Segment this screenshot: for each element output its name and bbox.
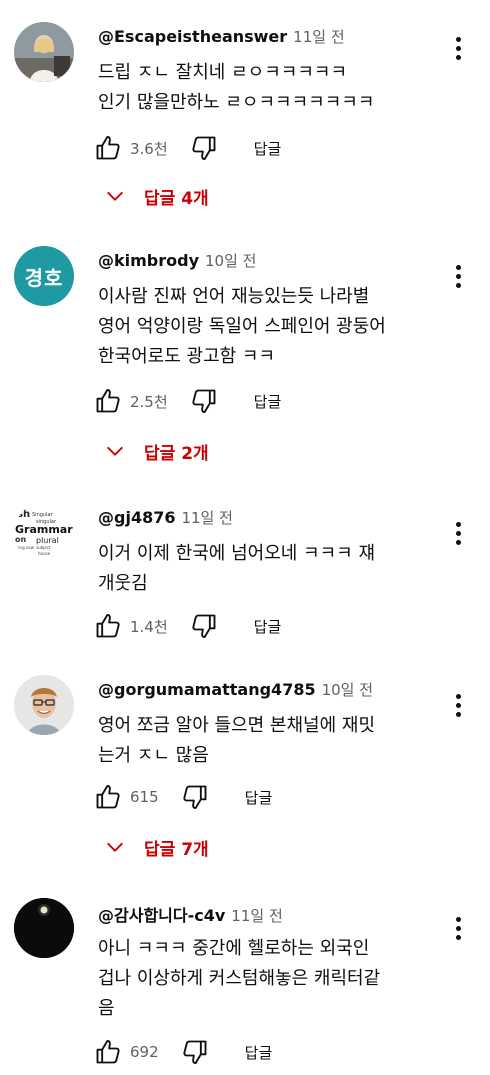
like-count: 2.5천 <box>130 392 168 411</box>
view-replies-button[interactable]: 답글 2개 <box>104 435 209 467</box>
svg-text:plural: plural <box>36 536 59 545</box>
moon-icon <box>14 898 74 958</box>
svg-text:subject: subject <box>36 545 51 550</box>
like-count: 615 <box>130 788 159 806</box>
comment-text: 영어 쪼금 알아 들으면 본채널에 재밋 는거 ㅈㄴ 많음 <box>98 715 376 766</box>
more-actions-button[interactable] <box>446 515 470 551</box>
comment-actions: 3.6천 답글 <box>94 130 281 166</box>
avatar[interactable]: 경호 <box>14 246 74 306</box>
thumbs-down-icon <box>181 1038 209 1066</box>
thumbs-up-icon <box>94 783 122 811</box>
comment-header: @gj4876 11일 전 <box>98 507 233 528</box>
avatar[interactable] <box>14 675 74 735</box>
person-photo-icon <box>14 22 74 82</box>
thumbs-down-icon <box>181 783 209 811</box>
comment-time[interactable]: 11일 전 <box>293 28 344 46</box>
replies-count-label: 답글 7개 <box>144 839 209 860</box>
thumbs-up-icon <box>94 134 122 162</box>
svg-text:Singular: Singular <box>32 512 54 518</box>
comment-header: @kimbrody 10일 전 <box>98 250 256 271</box>
more-actions-button[interactable] <box>446 687 470 723</box>
chevron-down-icon <box>104 440 126 462</box>
thumbs-down-icon <box>190 134 218 162</box>
replies-count-label: 답글 2개 <box>144 443 209 464</box>
view-replies-button[interactable]: 답글 4개 <box>104 180 209 212</box>
reply-button[interactable]: 답글 <box>245 1042 273 1063</box>
comment-header: @Escapeistheanswer 11일 전 <box>98 26 345 47</box>
like-count: 692 <box>130 1043 159 1061</box>
comment-author[interactable]: @감사합니다-c4v <box>98 906 225 925</box>
svg-text:on: on <box>15 535 26 544</box>
chevron-down-icon <box>104 836 126 858</box>
comment-author[interactable]: @kimbrody <box>98 251 199 270</box>
view-replies-button[interactable]: 답글 7개 <box>104 831 209 863</box>
thumbs-up-icon <box>94 387 122 415</box>
comment-author[interactable]: @gorgumamattang4785 <box>98 680 316 699</box>
more-actions-button[interactable] <box>446 258 470 294</box>
comment-text: 이사람 진짜 언어 재능있는듯 나라별 영어 억양이랑 독일어 스페인어 광둥어… <box>98 286 386 367</box>
dislike-button[interactable] <box>190 387 218 415</box>
svg-text:house: house <box>38 551 51 556</box>
comment-author[interactable]: @gj4876 <box>98 508 175 527</box>
dislike-button[interactable] <box>181 1038 209 1066</box>
reply-button[interactable]: 답글 <box>245 787 273 808</box>
comment-author[interactable]: @Escapeistheanswer <box>98 27 287 46</box>
avatar[interactable] <box>14 22 74 82</box>
like-button[interactable]: 615 <box>94 783 159 811</box>
comment-actions: 1.4천 답글 <box>94 608 281 644</box>
comment-header: @gorgumamattang4785 10일 전 <box>98 679 373 700</box>
like-button[interactable]: 2.5천 <box>94 387 168 415</box>
like-count: 1.4천 <box>130 617 168 636</box>
comment-time[interactable]: 11일 전 <box>181 509 232 527</box>
avatar[interactable] <box>14 898 74 958</box>
comment-header: @감사합니다-c4v 11일 전 <box>98 902 283 926</box>
comment-text: 이거 이제 한국에 넘어오네 ㅋㅋㅋ 쟤 개웃김 <box>98 543 376 594</box>
dislike-button[interactable] <box>181 783 209 811</box>
man-with-glasses-icon <box>14 675 74 735</box>
replies-count-label: 답글 4개 <box>144 188 209 209</box>
chevron-down-icon <box>104 185 126 207</box>
dislike-button[interactable] <box>190 612 218 640</box>
comment-actions: 615 답글 <box>94 779 272 815</box>
dislike-button[interactable] <box>190 134 218 162</box>
like-count: 3.6천 <box>130 139 168 158</box>
thumbs-down-icon <box>190 612 218 640</box>
comment-text: 아니 ㅋㅋㅋ 중간에 헬로하는 외국인 겁나 이상하게 커스텀해놓은 캐릭터같 … <box>98 938 381 1019</box>
avatar[interactable]: sh Singular singular Grammar on plural l… <box>14 503 74 563</box>
thumbs-up-icon <box>94 612 122 640</box>
svg-text:long vow: long vow <box>16 545 35 550</box>
like-button[interactable]: 692 <box>94 1038 159 1066</box>
comment-time[interactable]: 11일 전 <box>231 907 282 925</box>
comment-time[interactable]: 10일 전 <box>322 681 373 699</box>
avatar-initials: 경호 <box>24 265 64 290</box>
comment-text: 드립 ㅈㄴ 잘치네 ㄹㅇㅋㅋㅋㅋㅋ 인기 많을만하노 ㄹㅇㅋㅋㅋㅋㅋㅋㅋ <box>98 62 375 113</box>
thumbs-down-icon <box>190 387 218 415</box>
more-actions-button[interactable] <box>446 30 470 66</box>
like-button[interactable]: 3.6천 <box>94 134 168 162</box>
word-cloud-icon: sh Singular singular Grammar on plural l… <box>15 509 73 556</box>
comment-time[interactable]: 10일 전 <box>205 252 256 270</box>
reply-button[interactable]: 답글 <box>254 138 282 159</box>
reply-button[interactable]: 답글 <box>254 391 282 412</box>
more-actions-button[interactable] <box>446 910 470 946</box>
reply-button[interactable]: 답글 <box>254 616 282 637</box>
thumbs-up-icon <box>94 1038 122 1066</box>
like-button[interactable]: 1.4천 <box>94 612 168 640</box>
comment-actions: 2.5천 답글 <box>94 383 281 419</box>
comment-actions: 692 답글 <box>94 1034 272 1070</box>
svg-text:sh: sh <box>17 509 30 520</box>
